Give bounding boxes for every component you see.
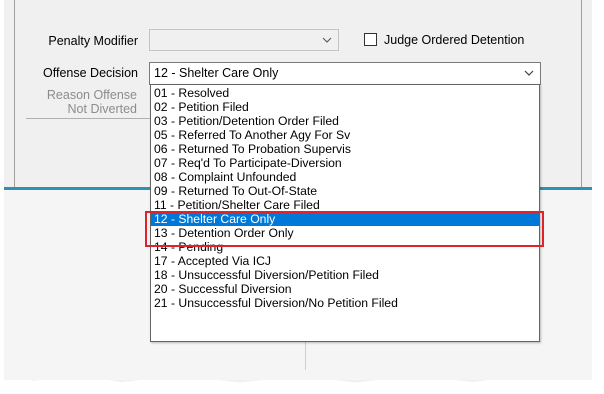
list-item[interactable]: 06 - Returned To Probation Supervis <box>151 142 539 156</box>
judge-ordered-checkbox[interactable] <box>364 33 377 46</box>
reason-label-line2: Not Diverted <box>67 102 137 116</box>
list-item[interactable]: 20 - Successful Diversion <box>151 282 539 296</box>
annotation-highlight-box <box>145 211 544 247</box>
penalty-modifier-combo[interactable] <box>149 29 339 51</box>
list-item[interactable]: 11 - Petition/Shelter Care Filed <box>151 198 539 212</box>
list-item[interactable]: 03 - Petition/Detention Order Filed <box>151 114 539 128</box>
offense-decision-combo[interactable]: 12 - Shelter Care Only <box>149 62 541 85</box>
reason-offense-label: Reason Offense Not Diverted <box>20 88 137 116</box>
list-item[interactable]: 05 - Referred To Another Agy For Sv <box>151 128 539 142</box>
list-item[interactable]: 17 - Accepted Via ICJ <box>151 254 539 268</box>
list-item[interactable]: 21 - Unsuccessful Diversion/No Petition … <box>151 296 539 310</box>
group-separator <box>26 118 156 119</box>
list-item[interactable]: 09 - Returned To Out-Of-State <box>151 184 539 198</box>
penalty-modifier-label: Penalty Modifier <box>48 34 138 48</box>
list-item[interactable]: 01 - Resolved <box>151 86 539 100</box>
reason-label-line1: Reason Offense <box>46 88 137 102</box>
list-item[interactable]: 18 - Unsuccessful Diversion/Petition Fil… <box>151 268 539 282</box>
list-item[interactable]: 02 - Petition Filed <box>151 100 539 114</box>
list-item[interactable]: 07 - Req'd To Participate-Diversion <box>151 156 539 170</box>
chevron-down-icon <box>322 37 332 43</box>
list-item[interactable]: 08 - Complaint Unfounded <box>151 170 539 184</box>
offense-decision-value: 12 - Shelter Care Only <box>154 66 279 80</box>
chevron-down-icon <box>524 70 534 76</box>
offense-decision-label: Offense Decision <box>43 66 138 80</box>
judge-ordered-label: Judge Ordered Detention <box>384 33 525 47</box>
